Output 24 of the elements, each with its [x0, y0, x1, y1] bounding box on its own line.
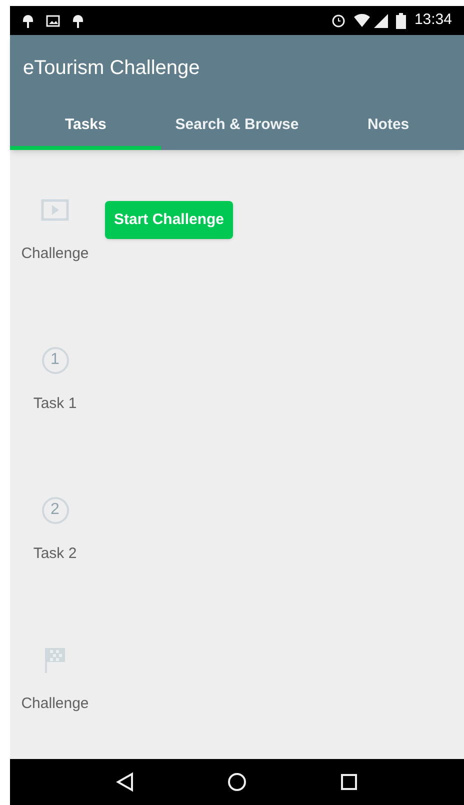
start-challenge-button[interactable]: Start Challenge	[105, 201, 234, 239]
tab[interactable]: Notes	[312, 100, 464, 150]
step-number: 1	[42, 346, 68, 374]
checkered-flag-icon	[43, 646, 67, 674]
recent-apps-icon[interactable]	[340, 773, 358, 791]
alarm-icon	[331, 13, 346, 28]
step-label: Challenge	[21, 244, 89, 264]
signal-icon	[374, 14, 388, 28]
image-icon	[46, 14, 60, 26]
back-icon[interactable]	[116, 772, 134, 792]
android-icon	[72, 12, 84, 28]
step-number: 2	[42, 496, 68, 524]
home-icon[interactable]	[226, 772, 247, 792]
tab[interactable]: Search & Browse	[161, 100, 313, 150]
play-icon	[41, 199, 69, 221]
step-label: Task 1	[33, 394, 77, 414]
clock-time: 13:34	[414, 10, 452, 30]
wifi-icon	[354, 14, 370, 27]
step-label: Challenge	[21, 694, 89, 714]
step-label: Task 2	[33, 544, 77, 564]
android-icon	[22, 12, 34, 28]
battery-icon	[396, 12, 406, 28]
tab[interactable]: Tasks	[10, 100, 162, 150]
app-title: eTourism Challenge	[23, 56, 200, 80]
